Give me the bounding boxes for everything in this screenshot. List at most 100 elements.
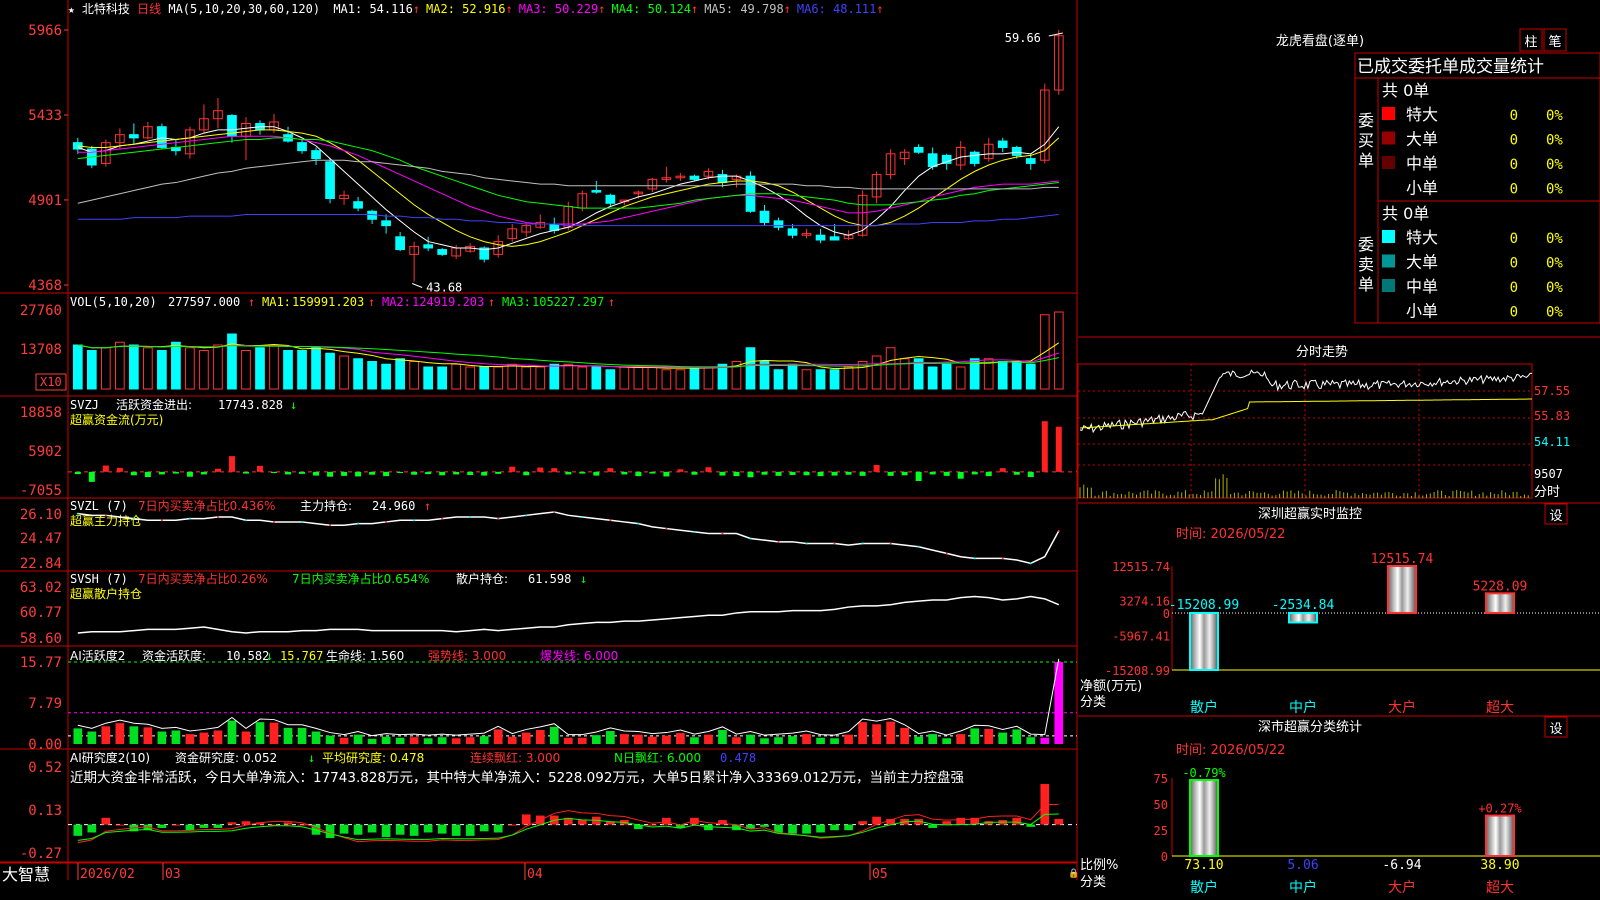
svzj-bar[interactable] [817, 471, 824, 477]
ai-active-bar[interactable] [774, 737, 783, 744]
ai-research-bar[interactable] [928, 824, 938, 828]
ai-active-bar[interactable] [157, 731, 167, 744]
svzj-bar[interactable] [929, 471, 936, 475]
volume-bar[interactable] [86, 350, 97, 390]
ai-research-bar[interactable] [1012, 817, 1022, 825]
svzj-bar[interactable] [271, 471, 278, 473]
svzj-bar[interactable] [228, 456, 235, 472]
svzj-bar[interactable] [915, 471, 922, 481]
volume-bar[interactable] [367, 361, 377, 390]
svzj-bar[interactable] [901, 471, 908, 476]
svzj-bar[interactable] [733, 471, 740, 477]
volume-bar[interactable] [941, 363, 952, 390]
ai-active-bar[interactable] [185, 734, 195, 744]
svzj-bar[interactable] [1027, 471, 1034, 477]
ai-research-bar[interactable] [802, 824, 811, 834]
svzj-bar[interactable] [635, 471, 642, 477]
volume-bar[interactable] [619, 366, 630, 390]
volume-bar[interactable] [801, 369, 812, 390]
ai-active-bar[interactable] [900, 727, 909, 744]
ai-active-bar[interactable] [620, 734, 629, 744]
ai-active-bar[interactable] [87, 731, 97, 744]
svzj-bar[interactable] [705, 467, 712, 472]
ai-active-bar[interactable] [283, 727, 293, 744]
ai-active-bar[interactable] [325, 735, 335, 744]
volume-bar[interactable] [1025, 363, 1036, 390]
volume-bar[interactable] [829, 369, 840, 390]
ai-active-bar[interactable] [577, 737, 587, 744]
ai-research-bar[interactable] [115, 824, 125, 826]
ai-active-bar[interactable] [143, 727, 153, 744]
svzj-bar[interactable] [214, 468, 221, 472]
ai-research-bar[interactable] [437, 824, 447, 834]
volume-bar[interactable] [535, 366, 546, 390]
ai-active-bar[interactable] [353, 734, 363, 744]
ai-research-bar[interactable] [213, 824, 223, 828]
ai-research-bar[interactable] [353, 824, 363, 835]
candle[interactable] [1025, 158, 1036, 164]
ai-research-bar[interactable] [760, 824, 769, 827]
svzj-bar[interactable] [845, 471, 852, 475]
candle[interactable] [591, 190, 602, 193]
svzj-bar[interactable] [327, 471, 334, 477]
ai-research-bar[interactable] [367, 824, 377, 833]
stock-chart-canvas[interactable]: 5966 5433 4901 4368 59.66 43.68 VOL(5,10,20) 27… [0, 0, 1600, 900]
ai-active-bar[interactable] [802, 734, 811, 744]
svzj-bar[interactable] [1013, 471, 1020, 475]
volume-bar[interactable] [465, 366, 476, 390]
ai-research-bar[interactable] [830, 824, 839, 831]
ai-research-bar[interactable] [73, 824, 83, 836]
ai-research-bar[interactable] [507, 824, 517, 826]
svzj-bar[interactable] [999, 468, 1006, 472]
period-label[interactable]: 日线 [137, 2, 161, 16]
svzj-bar[interactable] [761, 471, 768, 475]
svzj-bar[interactable] [158, 471, 165, 475]
volume-bar[interactable] [227, 333, 237, 390]
ai-research-bar[interactable] [493, 824, 503, 833]
ai-research-bar[interactable] [87, 824, 97, 833]
ai-active-bar[interactable] [928, 734, 938, 744]
svzj-bar[interactable] [369, 471, 376, 475]
svzj-bar[interactable] [411, 471, 418, 475]
volume-bar[interactable] [521, 366, 532, 390]
candle[interactable] [311, 150, 321, 160]
ai-research-bar[interactable] [185, 824, 195, 831]
svzj-bar[interactable] [425, 471, 432, 475]
volume-bar[interactable] [787, 363, 798, 390]
svzj-bar[interactable] [144, 471, 151, 477]
ai-research-bar[interactable] [844, 824, 853, 831]
svzj-bar[interactable] [200, 471, 207, 475]
volume-bar[interactable] [311, 347, 321, 390]
candle[interactable] [829, 236, 840, 241]
ai-active-bar[interactable] [760, 738, 769, 744]
ai-research-bar[interactable] [788, 824, 797, 834]
candle[interactable] [773, 220, 784, 228]
ai-active-bar[interactable] [732, 737, 741, 744]
ai-active-bar[interactable] [1040, 737, 1050, 744]
volume-bar[interactable] [493, 366, 504, 390]
candle[interactable] [1011, 146, 1022, 156]
candle[interactable] [325, 161, 335, 200]
volume-bar[interactable] [241, 350, 251, 390]
volume-bar[interactable] [381, 363, 391, 390]
volume-bar[interactable] [255, 347, 265, 390]
volume-bar[interactable] [745, 347, 756, 390]
svzj-bar[interactable] [102, 465, 109, 472]
volume-bar[interactable] [115, 341, 125, 390]
svzj-bar[interactable] [313, 471, 320, 476]
ai-active-bar[interactable] [549, 726, 559, 744]
ai-active-bar[interactable] [704, 734, 713, 744]
ai-active-bar[interactable] [858, 722, 867, 744]
volume-bar[interactable] [100, 347, 111, 390]
candle[interactable] [689, 175, 700, 180]
volume-bar[interactable] [129, 344, 139, 390]
ai-research-bar[interactable] [577, 820, 587, 825]
monitor-bar[interactable] [1485, 592, 1515, 614]
volume-bar[interactable] [927, 366, 938, 390]
volume-bar[interactable] [185, 347, 195, 390]
volume-bar[interactable] [339, 355, 349, 390]
ai-research-bar[interactable] [423, 824, 433, 833]
volume-bar[interactable] [955, 366, 966, 390]
svzj-bar[interactable] [789, 471, 796, 475]
volume-bar[interactable] [577, 366, 588, 390]
